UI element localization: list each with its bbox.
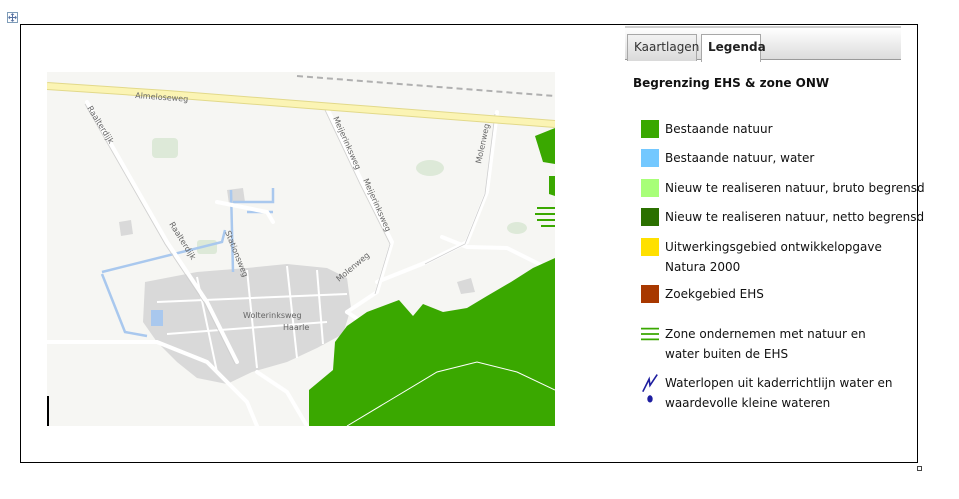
tab-kaartlagen[interactable]: Kaartlagen [627,34,699,61]
text-cursor [47,396,49,426]
legend-label: Waterlopen uit kaderrichtlijn water en w… [665,376,893,410]
waterway-line-icon [642,374,658,403]
legend-label: Nieuw te realiseren natuur, netto begren… [665,210,925,224]
tab-bar: Kaartlagen Legenda [625,26,901,62]
swatch-square [641,179,659,197]
label-wolterinksweg: Wolterinksweg [243,311,302,320]
legend-label: Bestaande natuur [665,122,773,136]
pond [151,310,163,326]
swatch-square [641,208,659,226]
resize-handle[interactable] [917,466,922,471]
label-haarle: Haarle [283,323,309,332]
swatch-square [641,149,659,167]
legend-label: Zone ondernemen met natuur en water buit… [665,327,866,361]
swatch-square [641,120,659,138]
swatch-square [641,285,659,303]
anchor-move-icon[interactable] [7,12,18,23]
tab-legenda[interactable]: Legenda [701,34,766,62]
legend-title: Begrenzing EHS & zone ONW [633,76,830,90]
legend-label: Zoekgebied EHS [665,287,764,301]
map-view[interactable]: Almeloseweg Raalterdijk Raalterdijk Meij… [47,72,555,426]
legend-panel: Kaartlagen Legenda Begrenzing EHS & zone… [625,26,925,426]
legend-label: Nieuw te realiseren natuur, bruto begren… [665,181,925,195]
swatch-square [641,238,659,256]
hatch-lines-icon [641,327,659,341]
legend-label: Uitwerkingsgebied ontwikkelopgave Natura… [665,240,882,274]
legend-label: Bestaande natuur, water [665,151,815,165]
